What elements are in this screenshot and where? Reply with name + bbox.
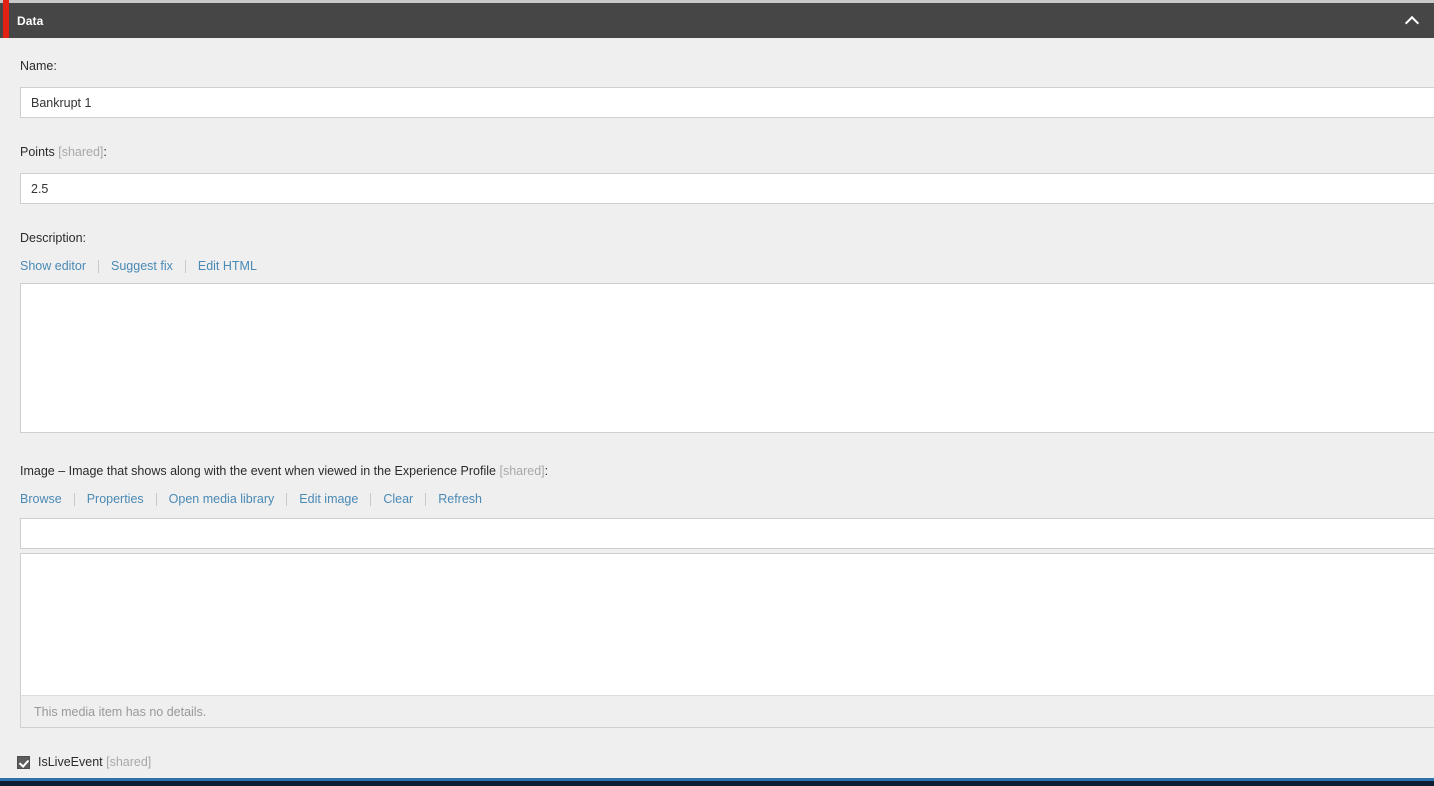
is-live-event-shared-tag: [shared] [106,755,152,769]
link-separator [286,492,288,506]
image-preview-box[interactable]: This media item has no details. [20,553,1434,728]
image-shared-tag: [shared] [499,464,545,478]
panel-body: Name: Points [shared]: Description: Show… [0,38,1434,778]
image-path-input[interactable] [20,518,1434,549]
media-details-bar: This media item has no details. [21,695,1434,727]
points-label: Points [shared]: [20,145,107,159]
browse-link[interactable]: Browse [20,492,62,506]
clear-link[interactable]: Clear [383,492,413,506]
bottom-status-bar [0,781,1434,786]
points-input[interactable] [20,173,1434,204]
is-live-event-label-text: IsLiveEvent [38,755,103,769]
link-separator [425,492,427,506]
refresh-link[interactable]: Refresh [438,492,482,506]
link-separator [184,259,186,273]
show-editor-link[interactable]: Show editor [20,259,86,273]
is-live-event-checkbox[interactable] [17,755,30,769]
link-separator [73,492,75,506]
properties-link[interactable]: Properties [87,492,144,506]
collapse-panel-button[interactable] [1390,3,1434,38]
edit-image-link[interactable]: Edit image [299,492,358,506]
suggest-fix-link[interactable]: Suggest fix [111,259,173,273]
name-input[interactable] [20,87,1434,118]
points-shared-tag: [shared] [58,145,104,159]
panel-title: Data [17,13,44,28]
link-separator [370,492,372,506]
link-separator [98,259,100,273]
media-details-placeholder: This media item has no details. [34,704,207,719]
points-label-colon: : [103,145,107,159]
description-actions: Show editor Suggest fix Edit HTML [20,258,257,274]
data-panel-screen: Data Name: Points [shared]: Description:… [0,0,1434,786]
name-label: Name: [20,59,57,73]
image-label-text: Image – Image that shows along with the … [20,464,496,478]
edit-html-link[interactable]: Edit HTML [198,259,257,273]
image-label-colon: : [544,464,549,478]
is-live-event-label: IsLiveEvent [shared] [38,755,151,769]
points-label-text: Points [20,145,55,159]
image-actions: Browse Properties Open media library Edi… [20,491,482,507]
panel-header: Data [0,0,1434,38]
image-label: Image – Image that shows along with the … [20,464,548,478]
description-label: Description: [20,231,86,245]
description-editor[interactable] [20,283,1434,433]
panel-accent-bar [3,0,9,38]
is-live-event-row: IsLiveEvent [shared] [17,754,151,770]
chevron-up-icon [1407,15,1418,26]
open-media-library-link[interactable]: Open media library [169,492,275,506]
link-separator [155,492,157,506]
